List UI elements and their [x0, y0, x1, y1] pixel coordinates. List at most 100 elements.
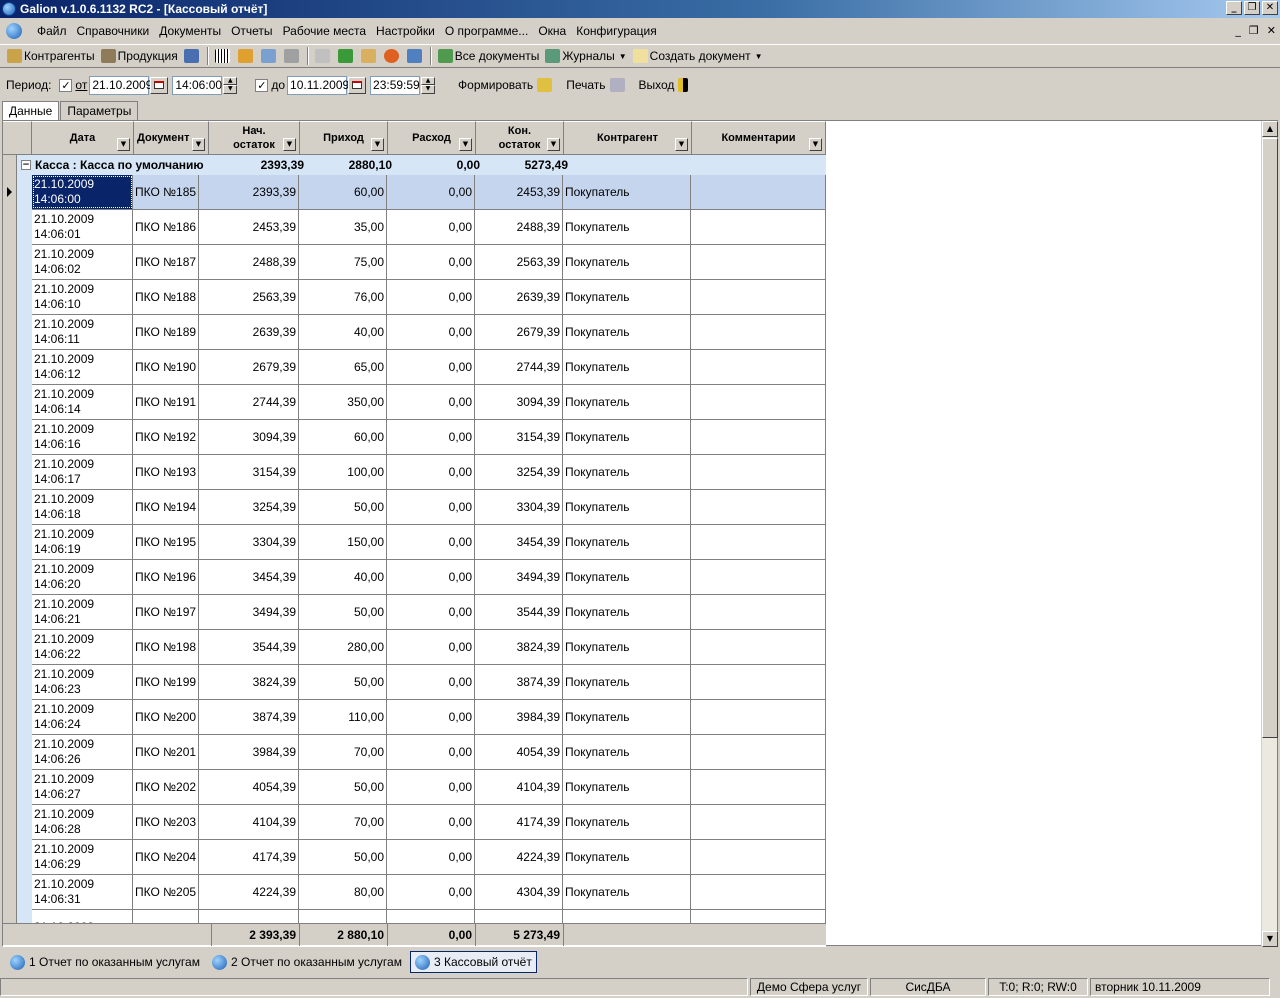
cell-end-balance[interactable]: 3454,39	[475, 525, 563, 559]
cell-income[interactable]: 150,00	[299, 525, 387, 559]
collapse-icon[interactable]: −	[21, 160, 31, 170]
cell-date[interactable]: 21.10.2009 14:06:17	[32, 455, 133, 489]
menu-workplaces[interactable]: Рабочие места	[278, 24, 371, 38]
cell-date[interactable]: 21.10.2009 14:06:20	[32, 560, 133, 594]
cell-document[interactable]: ПКО №195	[133, 525, 199, 559]
cell-expense[interactable]: 0,00	[387, 245, 475, 279]
cell-document[interactable]: ПКО №185	[133, 175, 199, 209]
menu-settings[interactable]: Настройки	[371, 24, 440, 38]
table-row[interactable]: 21.10.2009 14:06:14 ПКО №191 2744,39 350,00 0…	[32, 385, 826, 420]
cell-expense[interactable]: 0,00	[387, 210, 475, 244]
scroll-down-icon[interactable]: ▼	[1262, 931, 1278, 947]
contractors-button[interactable]: Контрагенты	[4, 46, 98, 66]
cell-date[interactable]: 21.10.2009 14:06:21	[32, 595, 133, 629]
cell-contractor[interactable]: Покупатель	[563, 805, 691, 839]
cell-expense[interactable]: 0,00	[387, 280, 475, 314]
cell-start-balance[interactable]: 2563,39	[199, 280, 299, 314]
cell-end-balance[interactable]: 3304,39	[475, 490, 563, 524]
cell-comment[interactable]	[691, 665, 826, 699]
cell-date[interactable]: 21.10.2009 14:06:10	[32, 280, 133, 314]
cell-end-balance[interactable]: 2639,39	[475, 280, 563, 314]
cell-start-balance[interactable]: 3254,39	[199, 490, 299, 524]
cell-date[interactable]: 21.10.2009 14:06:18	[32, 490, 133, 524]
cell-date[interactable]: 21.10.2009 14:06:19	[32, 525, 133, 559]
cell-start-balance[interactable]: 4104,39	[199, 805, 299, 839]
cell-start-balance[interactable]: 3304,39	[199, 525, 299, 559]
cell-end-balance[interactable]: 2679,39	[475, 315, 563, 349]
cell-contractor[interactable]: Покупатель	[563, 490, 691, 524]
edit-doc-button[interactable]	[358, 46, 381, 66]
cell-contractor[interactable]: Покупатель	[563, 420, 691, 454]
cell-start-balance[interactable]: 3154,39	[199, 455, 299, 489]
cell-date[interactable]: 21.10.2009 14:06:23	[32, 665, 133, 699]
cell-document[interactable]: ПКО №204	[133, 840, 199, 874]
exit-button[interactable]: Выход	[636, 75, 694, 95]
cell-expense[interactable]: 0,00	[387, 350, 475, 384]
cell-expense[interactable]: 0,00	[387, 385, 475, 419]
cell-date[interactable]: 21.10.2009 14:06:28	[32, 805, 133, 839]
cell-expense[interactable]: 0,00	[387, 175, 475, 209]
cell-document[interactable]: ПКО №188	[133, 280, 199, 314]
cell-date[interactable]: 21.10.2009 14:06:31	[32, 875, 133, 909]
cell-income[interactable]: 40,00	[299, 315, 387, 349]
cash-in-button[interactable]	[312, 46, 335, 66]
cell-date[interactable]: 21.10.2009 14:06:24	[32, 700, 133, 734]
cell-comment[interactable]	[691, 315, 826, 349]
cell-start-balance[interactable]: 2744,39	[199, 385, 299, 419]
cell-comment[interactable]	[691, 350, 826, 384]
table-row[interactable]: 21.10.2009 14:06:10 ПКО №188 2563,39 76,00 0,…	[32, 280, 826, 315]
cell-income[interactable]: 60,00	[299, 420, 387, 454]
cell-date[interactable]: 21.10.2009 14:06:29	[32, 840, 133, 874]
table-row[interactable]: 21.10.2009 14:06:31 ПКО №205 4224,39 80,00 0,…	[32, 875, 826, 910]
cell-start-balance[interactable]: 3094,39	[199, 420, 299, 454]
filter-dropdown-icon[interactable]: ▼	[459, 138, 472, 151]
cell-income[interactable]: 50,00	[299, 840, 387, 874]
col-start-header[interactable]: Нач. остаток ▼	[209, 121, 300, 155]
to-calendar-button[interactable]	[348, 76, 367, 94]
col-doc-header[interactable]: Документ ▼	[134, 121, 209, 155]
cell-expense[interactable]: 0,00	[387, 525, 475, 559]
spin-up-icon[interactable]: ▲	[421, 76, 436, 85]
cell-comment[interactable]	[691, 420, 826, 454]
cell-comment[interactable]	[691, 805, 826, 839]
cell-income[interactable]: 40,00	[299, 560, 387, 594]
menu-documents[interactable]: Документы	[154, 24, 226, 38]
cell-date[interactable]: 21.10.2009 14:06:02	[32, 245, 133, 279]
cell-contractor[interactable]: Покупатель	[563, 700, 691, 734]
cell-comment[interactable]	[691, 875, 826, 909]
filter-dropdown-icon[interactable]: ▼	[283, 138, 296, 151]
cell-income[interactable]: 280,00	[299, 630, 387, 664]
cell-end-balance[interactable]: 4054,39	[475, 735, 563, 769]
group-row[interactable]: − Касса : Касса по умолчанию 2393,39 288…	[17, 155, 826, 175]
form-button[interactable]: Формировать	[455, 75, 557, 95]
cell-start-balance[interactable]: 4054,39	[199, 770, 299, 804]
task-cash-report[interactable]: 3 Кассовый отчёт	[409, 951, 537, 973]
cell-document[interactable]: ПКО №189	[133, 315, 199, 349]
cell-end-balance[interactable]: 4174,39	[475, 805, 563, 839]
to-checkbox[interactable]: ✓	[255, 78, 269, 92]
cell-contractor[interactable]: Покупатель	[563, 175, 691, 209]
filter-dropdown-icon[interactable]: ▼	[547, 138, 560, 151]
cell-expense[interactable]: 0,00	[387, 700, 475, 734]
cell-end-balance[interactable]: 4304,39	[475, 875, 563, 909]
table-row[interactable]: 21.10.2009 14:06:27 ПКО №202 4054,39 50,00 0,…	[32, 770, 826, 805]
cell-comment[interactable]	[691, 770, 826, 804]
cell-start-balance[interactable]: 2488,39	[199, 245, 299, 279]
menu-windows[interactable]: Окна	[533, 24, 571, 38]
col-date-header[interactable]: Дата ▼	[32, 121, 134, 155]
cell-date[interactable]: 21.10.2009 14:06:16	[32, 420, 133, 454]
cell-expense[interactable]: 0,00	[387, 420, 475, 454]
table-row[interactable]: 21.10.2009 14:06:24 ПКО №200 3874,39 110,00 0…	[32, 700, 826, 735]
cell-contractor[interactable]: Покупатель	[563, 455, 691, 489]
pencil-button[interactable]	[235, 46, 258, 66]
cell-end-balance[interactable]: 2453,39	[475, 175, 563, 209]
menu-references[interactable]: Справочники	[72, 24, 155, 38]
cell-contractor[interactable]: Покупатель	[563, 245, 691, 279]
table-row[interactable]: 21.10.2009 14:06:19 ПКО №195 3304,39 150,00 0…	[32, 525, 826, 560]
to-date-input[interactable]: 10.11.2009	[287, 75, 349, 95]
cell-document[interactable]: ПКО №202	[133, 770, 199, 804]
cell-document[interactable]: ПКО №190	[133, 350, 199, 384]
cell-document[interactable]	[133, 910, 199, 923]
cell-date[interactable]: 21.10.2009	[32, 910, 133, 923]
table-row[interactable]: 21.10.2009 14:06:23 ПКО №199 3824,39 50,00 0,…	[32, 665, 826, 700]
